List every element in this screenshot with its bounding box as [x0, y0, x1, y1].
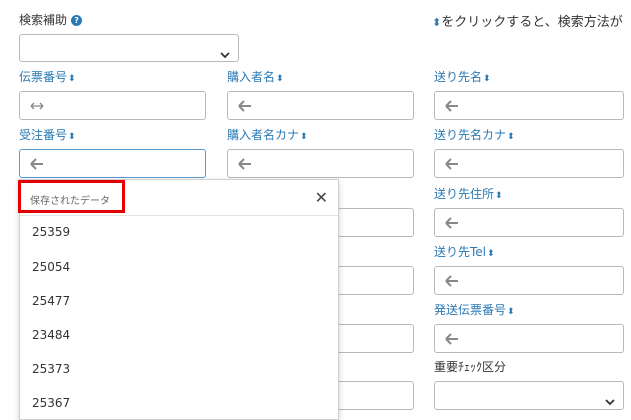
ship-to-address-label[interactable]: 送り先住所⬍ — [434, 185, 503, 202]
arrow-left-icon — [445, 333, 459, 345]
search-help-label: 検索補助? — [19, 11, 83, 28]
ship-to-address-label-text: 送り先住所 — [434, 187, 495, 201]
order-no-label-text: 受注番号 — [19, 128, 68, 142]
sort-icon: ⬍ — [507, 132, 515, 142]
arrow-left-icon — [445, 100, 459, 112]
saved-data-item[interactable]: 25477 — [32, 294, 70, 308]
saved-data-item[interactable]: 25359 — [32, 225, 70, 239]
sort-hint-text: をクリックすると、検索方法が — [441, 15, 623, 30]
search-help-text: 検索補助 — [19, 13, 68, 27]
sort-icon: ⬍ — [300, 132, 308, 142]
order-no-label[interactable]: 受注番号⬍ — [19, 126, 76, 143]
arrow-left-icon — [445, 158, 459, 170]
ship-to-tel-label[interactable]: 送り先Tel⬍ — [434, 243, 495, 260]
sort-icon: ⬍ — [507, 307, 515, 317]
purchaser-name-label-text: 購入者名 — [227, 70, 276, 84]
purchaser-kana-input[interactable] — [227, 149, 414, 178]
close-icon[interactable]: ✕ — [315, 188, 328, 207]
search-help-select[interactable] — [19, 34, 239, 62]
ship-to-kana-label-text: 送り先名カナ — [434, 128, 507, 142]
shipping-voucher-no-label[interactable]: 発送伝票番号⬍ — [434, 301, 515, 318]
voucher-no-input[interactable] — [19, 91, 206, 120]
arrow-left-icon — [238, 158, 252, 170]
sort-icon: ⬍ — [276, 74, 284, 84]
chevron-down-icon — [605, 391, 615, 406]
shipping-voucher-no-input[interactable] — [434, 324, 624, 353]
highlight-box — [18, 180, 125, 213]
important-check-label: 重要ﾁｪｯｸ区分 — [434, 360, 507, 374]
ship-to-name-label[interactable]: 送り先名⬍ — [434, 68, 491, 85]
important-check-select[interactable] — [434, 381, 624, 410]
ship-to-name-input[interactable] — [434, 91, 624, 120]
arrow-left-icon — [445, 275, 459, 287]
sort-icon: ⬍ — [495, 191, 503, 201]
voucher-no-label[interactable]: 伝票番号⬍ — [19, 68, 76, 85]
ship-to-tel-label-text: 送り先Tel — [434, 245, 487, 259]
saved-data-item[interactable]: 25367 — [32, 396, 70, 410]
ship-to-kana-label[interactable]: 送り先名カナ⬍ — [434, 126, 515, 143]
purchaser-name-label[interactable]: 購入者名⬍ — [227, 68, 284, 85]
saved-data-item[interactable]: 25373 — [32, 362, 70, 376]
chevron-down-icon — [220, 44, 230, 59]
arrow-left-icon — [30, 158, 44, 170]
left-right-arrow-icon — [30, 100, 44, 112]
ship-to-tel-input[interactable] — [434, 266, 624, 295]
sort-icon: ⬍ — [483, 74, 491, 84]
ship-to-address-input[interactable] — [434, 208, 624, 237]
sort-icon: ⬍ — [68, 132, 76, 142]
arrow-left-icon — [238, 100, 252, 112]
purchaser-kana-label-text: 購入者名カナ — [227, 128, 300, 142]
saved-data-item[interactable]: 25054 — [32, 260, 70, 274]
voucher-no-label-text: 伝票番号 — [19, 70, 68, 84]
arrow-left-icon — [445, 217, 459, 229]
ship-to-name-label-text: 送り先名 — [434, 70, 483, 84]
purchaser-kana-label[interactable]: 購入者名カナ⬍ — [227, 126, 308, 143]
purchaser-name-input[interactable] — [227, 91, 414, 120]
shipping-voucher-no-label-text: 発送伝票番号 — [434, 303, 507, 317]
sort-icon: ⬍ — [432, 16, 442, 29]
sort-icon: ⬍ — [68, 74, 76, 84]
ship-to-kana-input[interactable] — [434, 149, 624, 178]
sort-icon: ⬍ — [487, 249, 495, 259]
order-no-input[interactable] — [19, 149, 206, 178]
saved-data-item[interactable]: 23484 — [32, 328, 70, 342]
sort-hint: ⬍をクリックすると、検索方法が — [432, 11, 623, 30]
saved-data-dropdown: 保存されたデータ ✕ 25359 25054 25477 23484 25373… — [19, 179, 339, 420]
question-circle-icon[interactable]: ? — [71, 15, 83, 26]
